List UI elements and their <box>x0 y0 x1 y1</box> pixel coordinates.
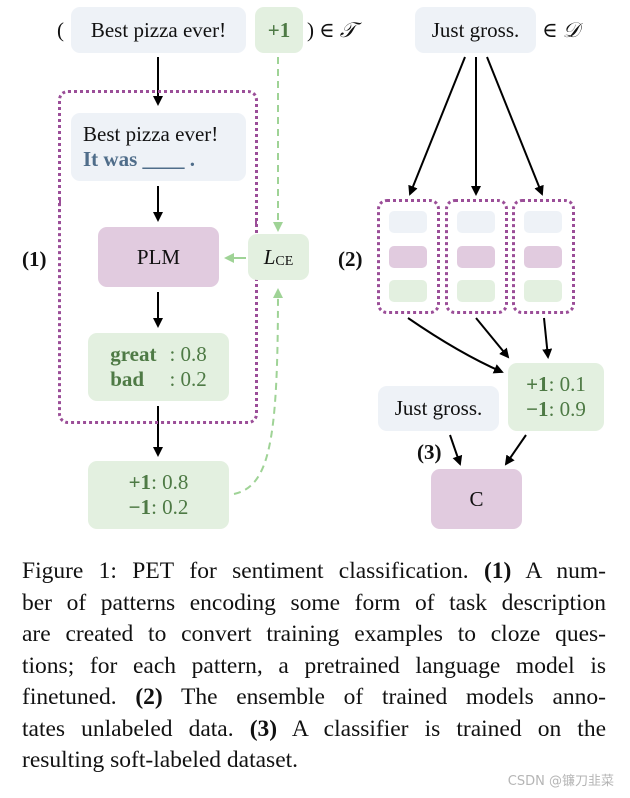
plm-box: PLM <box>98 227 219 287</box>
model-3-plm <box>524 246 562 268</box>
arrow-unlabeled-to-model3 <box>486 56 544 196</box>
unlabeled-set-symbol: ∈ 𝒟 <box>542 18 580 42</box>
figure-caption: Figure 1: PET for sentiment classificati… <box>22 556 606 777</box>
arrow-model2-to-ensemble <box>475 317 510 359</box>
label-output-box: +1: 0.8 −1: 0.2 <box>88 461 229 529</box>
caption-line-3: are created to convert training examples… <box>22 621 606 647</box>
classifier-input-box: Just gross. <box>378 386 499 431</box>
model-1-input <box>389 211 427 233</box>
training-set-symbol: ∈ 𝒯 <box>319 18 356 42</box>
training-label-box: +1 <box>255 7 303 53</box>
step-1-label: (1) <box>22 247 47 271</box>
classifier-label: C <box>469 486 484 511</box>
watermark: CSDN @镰刀韭菜 <box>507 774 614 789</box>
verbalizer-output-box: great : 0.8 bad : 0.2 <box>88 333 229 401</box>
arrow-input-to-classifier <box>449 434 463 466</box>
model-3-input <box>524 211 562 233</box>
loss-box: L CE <box>248 234 309 280</box>
caption-line-1: Figure 1: PET for sentiment classificati… <box>22 558 606 584</box>
caption-line-5: finetuned. (2) The ensemble of trained m… <box>22 684 606 710</box>
training-label-text: +1 <box>267 17 291 42</box>
step-3-label: (3) <box>417 440 442 464</box>
caption-line-6: tates unlabeled data. (3) A classifier i… <box>22 715 607 742</box>
step-2-label: (2) <box>338 247 363 271</box>
classifier-input-text: Just gross. <box>394 396 483 420</box>
classifier-box: C <box>431 469 522 529</box>
arrow-model3-to-ensemble <box>542 317 553 359</box>
unlabeled-example-box: Just gross. <box>415 7 536 53</box>
verbalizer-row-great: great : 0.8 <box>110 342 207 366</box>
pattern-text-line1: Best pizza ever! <box>83 122 219 146</box>
model-3-output <box>524 280 562 302</box>
model-2-plm <box>457 246 495 268</box>
label-row-positive: +1: 0.8 <box>128 470 189 494</box>
ensemble-row-negative: −1: 0.9 <box>526 397 586 421</box>
close-paren: ) <box>307 18 314 42</box>
caption-line-2: ber of patterns encoding some form of ta… <box>22 589 606 616</box>
model-1-plm <box>389 246 427 268</box>
training-example-text: Best pizza ever! <box>90 17 227 42</box>
pattern-box: Best pizza ever! It was ____ . <box>71 113 246 181</box>
loss-subscript: CE <box>275 253 294 269</box>
verbalizer-row-bad: bad : 0.2 <box>110 367 207 391</box>
plm-label: PLM <box>136 244 181 269</box>
ensemble-output-box: +1: 0.1 −1: 0.9 <box>508 363 604 431</box>
open-paren: ( <box>57 18 64 42</box>
label-row-negative: −1: 0.2 <box>128 495 189 519</box>
loss-main: L <box>263 244 276 269</box>
ensemble-row-positive: +1: 0.1 <box>526 372 586 396</box>
unlabeled-example-text: Just gross. <box>431 17 520 42</box>
caption-line-4: tions; for each pattern, a pretrained la… <box>22 652 606 679</box>
arrow-unlabeled-to-model1 <box>408 56 466 196</box>
model-2-output <box>457 280 495 302</box>
training-example-box: Best pizza ever! <box>71 7 246 53</box>
pattern-text-line2: It was ____ . <box>83 147 196 171</box>
model-1-output <box>389 280 427 302</box>
arrow-model1-to-ensemble <box>407 317 504 374</box>
model-2-input <box>457 211 495 233</box>
arrow-ensemble-to-classifier <box>504 434 527 466</box>
